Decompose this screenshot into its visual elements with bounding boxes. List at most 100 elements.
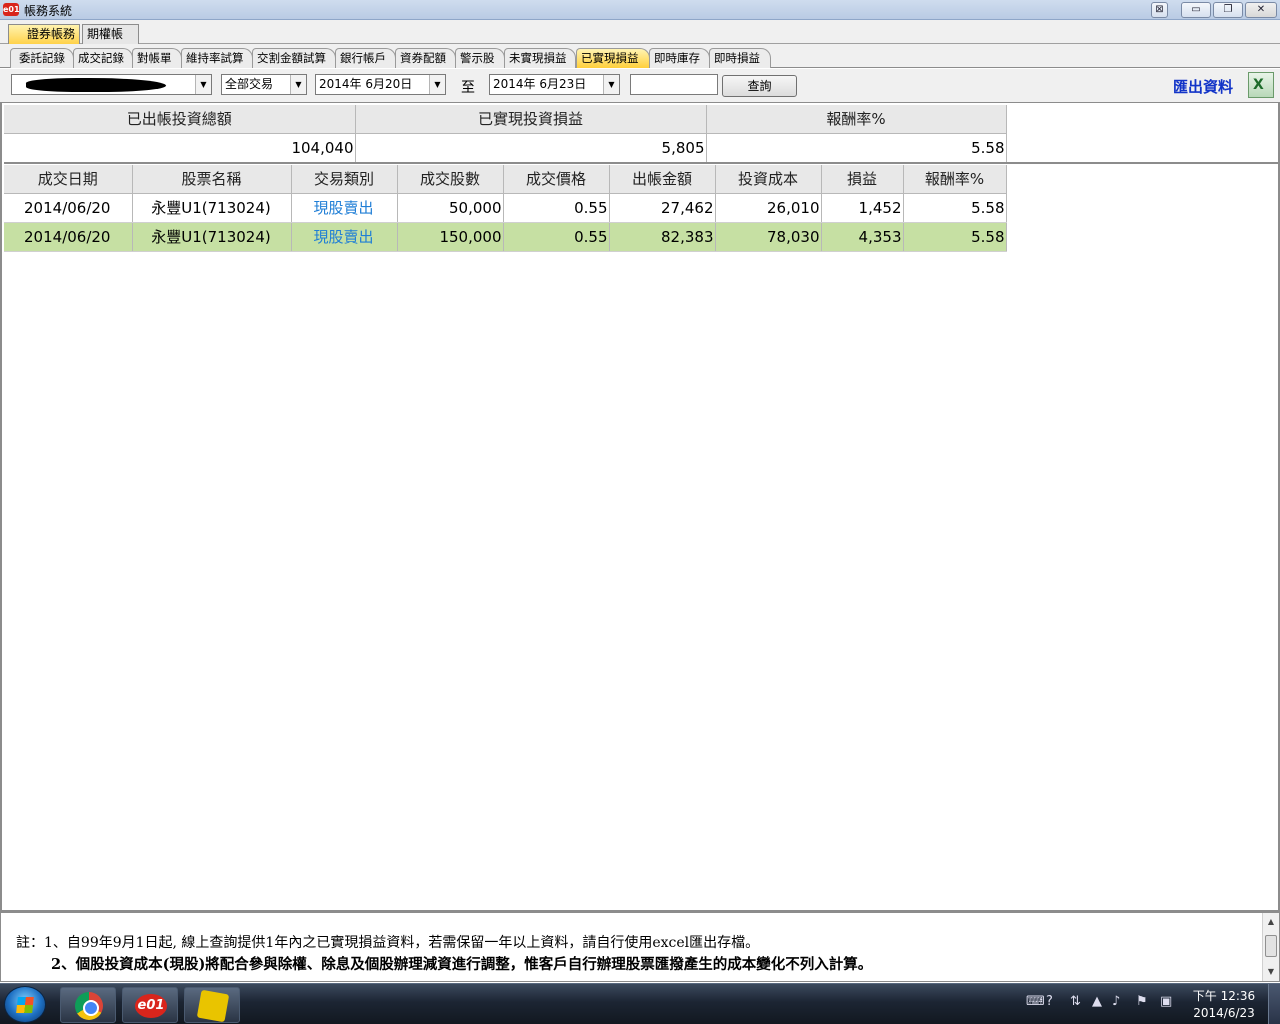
start-button[interactable] — [4, 986, 46, 1023]
scroll-up-icon[interactable]: ▲ — [1263, 915, 1279, 929]
cell-amount: 27,462 — [609, 193, 716, 223]
query-button[interactable]: 查詢 — [722, 75, 797, 97]
top-tab-bar: 證券帳務 期權帳務 — [0, 20, 1280, 59]
tab-order-records[interactable]: 委託記錄 — [10, 48, 74, 68]
close-button[interactable]: ✕ — [1245, 2, 1277, 18]
cell-stock-name: 永豐U1(713024) — [132, 222, 292, 252]
note-line-2: 2、個股投資成本(現股)將配合參與除權、除息及個股辦理減資進行調整，惟客戶自行辦… — [51, 956, 873, 973]
scroll-down-icon[interactable]: ▼ — [1263, 965, 1279, 979]
clock[interactable]: 下午 12:36 2014/6/23 — [1192, 988, 1256, 1022]
clock-date: 2014/6/23 — [1193, 1006, 1255, 1020]
cell-stock-name: 永豐U1(713024) — [132, 193, 292, 223]
summary-header-return-rate: 報酬率% — [706, 105, 1007, 134]
scroll-thumb[interactable] — [1265, 935, 1277, 957]
table-row[interactable]: 2014/06/20 永豐U1(713024) 現股賣出 50,000 0.55… — [4, 193, 1278, 223]
realized-pl-table: 成交日期 股票名稱 交易類別 成交股數 成交價格 出帳金額 投資成本 損益 報酬… — [4, 165, 1278, 252]
tab-settlement-calc[interactable]: 交割金額試算 — [252, 48, 336, 68]
cell-price: 0.55 — [503, 222, 610, 252]
trade-type-value: 全部交易 — [225, 77, 274, 91]
show-desktop-button[interactable] — [1268, 984, 1280, 1024]
cell-price: 0.55 — [503, 193, 610, 223]
tab-realtime-pl[interactable]: 即時損益 — [709, 48, 771, 68]
excel-export-icon[interactable] — [1248, 72, 1274, 98]
tab-futures-options-account[interactable]: 期權帳務 — [82, 24, 139, 59]
cell-return-rate: 5.58 — [903, 193, 1007, 223]
volume-icon[interactable]: ♪ — [1112, 994, 1120, 1009]
col-header-return-rate[interactable]: 報酬率% — [903, 165, 1007, 194]
tab-warning-stocks[interactable]: 警示股 — [455, 48, 505, 68]
window-title: 帳務系統 — [24, 4, 73, 18]
summary-table: 已出帳投資總額 已實現投資損益 報酬率% 104,040 5,805 5.58 — [4, 105, 1278, 164]
summary-realized-pl: 5,805 — [355, 133, 707, 164]
table-header-row: 成交日期 股票名稱 交易類別 成交股數 成交價格 出帳金額 投資成本 損益 報酬… — [4, 165, 1278, 194]
col-header-trade-date[interactable]: 成交日期 — [4, 165, 133, 194]
date-from-value: 2014年 6月20日 — [319, 77, 413, 91]
trade-type-select[interactable]: 全部交易 ▼ — [221, 74, 307, 95]
network-icon[interactable]: ▣ — [1160, 994, 1172, 1009]
taskbar-yellow-app[interactable] — [184, 987, 240, 1023]
export-data-link[interactable]: 匯出資料 — [1173, 76, 1233, 97]
filter-bar: ▼ 全部交易 ▼ 2014年 6月20日 ▼ 至 2014年 6月23日 ▼ 查… — [0, 69, 1280, 102]
cell-filler — [1006, 193, 1278, 222]
tab-realized-pl[interactable]: 已實現損益 — [576, 48, 650, 68]
notes-scrollbar[interactable]: ▲ ▼ — [1262, 913, 1279, 981]
tray-expand-icon[interactable]: ▲ — [1092, 994, 1102, 1009]
col-header-shares[interactable]: 成交股數 — [397, 165, 504, 194]
summary-header-filler — [1006, 105, 1278, 133]
date-to-picker[interactable]: 2014年 6月23日 ▼ — [489, 74, 620, 95]
minimize-button[interactable]: ▭ — [1181, 2, 1211, 18]
tab-maintenance-ratio[interactable]: 維持率試算 — [181, 48, 253, 68]
note-line-1: 註：1、自99年9月1日起, 線上查詢提供1年內之已實現損益資料，若需保留一年以… — [16, 935, 760, 951]
tab-securities-account[interactable]: 證券帳務 — [8, 24, 80, 44]
col-header-amount[interactable]: 出帳金額 — [609, 165, 716, 194]
chevron-down-icon: ▼ — [603, 75, 619, 94]
summary-total-investment: 104,040 — [4, 133, 356, 164]
clock-time: 下午 12:36 — [1192, 989, 1256, 1003]
notes-panel: 註：1、自99年9月1日起, 線上查詢提供1年內之已實現損益資料，若需保留一年以… — [0, 912, 1280, 982]
tab-unrealized-pl[interactable]: 未實現損益 — [504, 48, 576, 68]
app-logo-icon: e01 — [3, 3, 20, 16]
col-header-pl[interactable]: 損益 — [821, 165, 904, 194]
taskbar-chrome[interactable] — [60, 987, 116, 1023]
tab-realtime-inventory[interactable]: 即時庫存 — [649, 48, 710, 68]
taskbar-e01[interactable]: e01 — [122, 987, 178, 1023]
stock-code-input[interactable] — [630, 74, 718, 95]
e01-app-icon: e01 — [135, 994, 167, 1018]
language-icon[interactable]: ⇅ — [1070, 994, 1081, 1009]
keyboard-icon[interactable]: ⌨ — [1026, 994, 1045, 1009]
col-header-trade-type[interactable]: 交易類別 — [291, 165, 398, 194]
cell-pl: 4,353 — [821, 222, 904, 252]
to-label: 至 — [461, 80, 475, 96]
chevron-down-icon: ▼ — [290, 75, 306, 94]
taskbar: e01 ⌨ ? ⇅ ▲ ♪ ⚑ ▣ 下午 12:36 2014/6/23 — [0, 983, 1280, 1024]
chrome-icon — [75, 992, 103, 1020]
col-header-cost[interactable]: 投資成本 — [715, 165, 822, 194]
tab-bank-account[interactable]: 銀行帳戶 — [335, 48, 396, 68]
help-icon[interactable]: ? — [1046, 994, 1053, 1009]
sub-tab-bar: 委託記錄 成交記錄 對帳單 維持率試算 交割金額試算 銀行帳戶 資券配額 警示股… — [0, 44, 1280, 68]
cell-amount: 82,383 — [609, 222, 716, 252]
cell-trade-type-link[interactable]: 現股賣出 — [291, 193, 398, 223]
account-select[interactable]: ▼ — [11, 74, 212, 95]
cell-trade-date: 2014/06/20 — [4, 193, 133, 223]
main-panel: 已出帳投資總額 已實現投資損益 報酬率% 104,040 5,805 5.58 … — [0, 102, 1280, 912]
chevron-down-icon: ▼ — [429, 75, 445, 94]
col-header-price[interactable]: 成交價格 — [503, 165, 610, 194]
chevron-down-icon: ▼ — [195, 75, 211, 94]
cell-filler — [1006, 222, 1278, 251]
summary-header-realized-pl: 已實現投資損益 — [355, 105, 707, 134]
restore-button[interactable]: ❐ — [1213, 2, 1243, 18]
cell-trade-date: 2014/06/20 — [4, 222, 133, 252]
col-header-stock-name[interactable]: 股票名稱 — [132, 165, 292, 194]
redacted-account — [26, 78, 166, 92]
date-from-picker[interactable]: 2014年 6月20日 ▼ — [315, 74, 446, 95]
flag-icon[interactable]: ⚑ — [1136, 994, 1148, 1009]
app-close-icon[interactable]: ⊠ — [1151, 2, 1168, 18]
tab-trade-records[interactable]: 成交記錄 — [73, 48, 133, 68]
title-bar: e01 帳務系統 ⊠ ▭ ❐ ✕ — [0, 0, 1280, 20]
tab-statement[interactable]: 對帳單 — [132, 48, 182, 68]
cell-trade-type-link[interactable]: 現股賣出 — [291, 222, 398, 252]
col-header-filler — [1006, 165, 1278, 193]
tab-margin-quota[interactable]: 資券配額 — [395, 48, 456, 68]
table-row[interactable]: 2014/06/20 永豐U1(713024) 現股賣出 150,000 0.5… — [4, 222, 1278, 252]
